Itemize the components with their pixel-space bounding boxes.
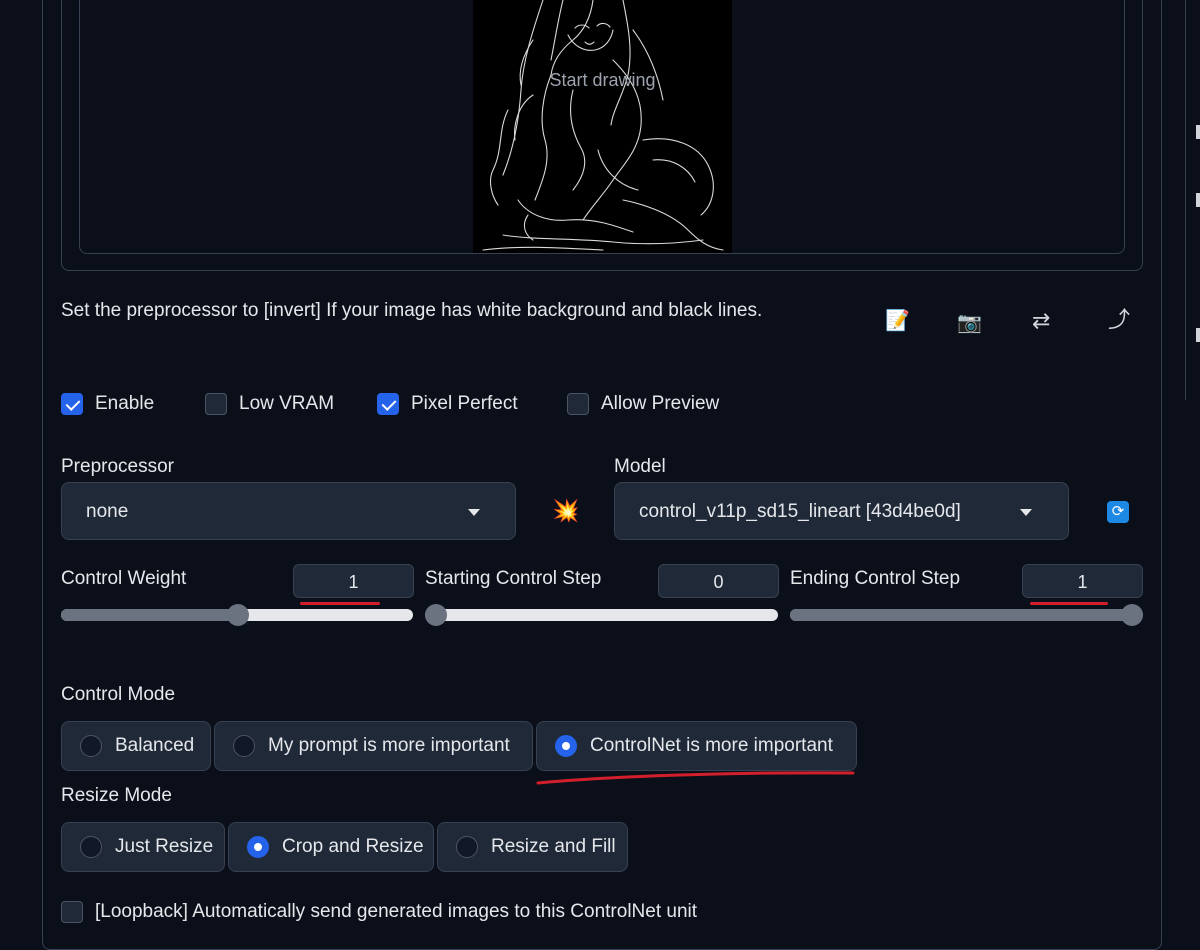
allow-preview-checkbox[interactable] [567,393,589,415]
low-vram-label: Low VRAM [239,393,335,414]
control-mode-controlnet[interactable]: ControlNet is more important [536,721,857,771]
ending-step-slider[interactable] [790,604,1143,626]
enable-label: Enable [95,393,155,414]
radio-icon [233,735,255,757]
model-value: control_v11p_sd15_lineart [43d4be0d] [639,501,961,522]
preprocessor-select[interactable]: none [61,482,516,540]
chevron-down-icon [468,509,480,516]
slider-thumb[interactable] [227,604,249,626]
memo-icon[interactable]: 📝 [885,311,910,331]
radio-label: Resize and Fill [491,836,616,857]
edge-mark [1196,125,1200,139]
resize-mode-just-resize[interactable]: Just Resize [61,822,225,872]
preprocessor-label: Preprocessor [61,456,174,477]
camera-icon[interactable]: 📷 [957,313,982,333]
control-mode-radio-group: Balanced My prompt is more important Con… [0,721,1200,771]
resize-mode-radio-group: Just Resize Crop and Resize Resize and F… [0,822,1200,872]
swap-arrows-icon[interactable]: ⇄ [1032,310,1050,332]
chevron-down-icon [1020,509,1032,516]
refresh-models-icon[interactable]: ⟳ [1107,501,1129,523]
starting-step-input[interactable]: 0 [658,564,779,598]
hint-text: Set the preprocessor to [invert] If your… [61,300,763,321]
radio-selected-icon [555,735,577,757]
sketch-canvas[interactable]: Start drawing [473,0,732,253]
radio-icon [80,735,102,757]
control-weight-slider[interactable] [61,604,413,626]
canvas-placeholder: Start drawing [549,70,656,90]
pixel-perfect-label: Pixel Perfect [411,393,518,414]
pixel-perfect-checkbox[interactable] [377,393,399,415]
model-label: Model [614,456,666,477]
radio-label: Crop and Resize [282,836,424,857]
edge-mark [1196,328,1200,342]
radio-icon [80,836,102,858]
slider-fill [61,609,238,621]
radio-label: My prompt is more important [268,735,510,756]
starting-step-label: Starting Control Step [425,568,602,589]
ending-step-label: Ending Control Step [790,568,961,589]
radio-label: Balanced [115,735,195,756]
ending-step-input[interactable]: 1 [1022,564,1143,598]
slider-fill [790,609,1143,621]
lineart-sketch-image [482,0,724,251]
control-mode-balanced[interactable]: Balanced [61,721,211,771]
low-vram-checkbox[interactable] [205,393,227,415]
curved-arrow-icon[interactable]: ⤴ [1108,309,1130,331]
resize-mode-resize-and-fill[interactable]: Resize and Fill [437,822,628,872]
slider-thumb[interactable] [1121,604,1143,626]
slider-thumb[interactable] [425,604,447,626]
control-weight-input[interactable]: 1 [293,564,414,598]
enable-checkbox[interactable] [61,393,83,415]
radio-selected-icon [247,836,269,858]
explosion-icon[interactable]: 💥 [552,498,579,524]
annotation-underline [1030,602,1108,605]
loopback-checkbox[interactable] [61,901,83,923]
control-mode-prompt[interactable]: My prompt is more important [214,721,533,771]
loopback-label: [Loopback] Automatically send generated … [95,901,698,922]
edge-mark [1196,193,1200,207]
preprocessor-value: none [86,501,129,522]
model-select[interactable]: control_v11p_sd15_lineart [43d4be0d] [614,482,1069,540]
annotation-underline [536,771,855,785]
radio-label: Just Resize [115,836,214,857]
annotation-underline [300,602,380,605]
allow-preview-label: Allow Preview [601,393,720,414]
resize-mode-label: Resize Mode [61,785,172,806]
control-mode-label: Control Mode [61,684,176,705]
resize-mode-crop-and-resize[interactable]: Crop and Resize [228,822,434,872]
starting-step-slider[interactable] [425,604,778,626]
radio-icon [456,836,478,858]
radio-label: ControlNet is more important [590,735,833,756]
control-weight-label: Control Weight [61,568,187,589]
